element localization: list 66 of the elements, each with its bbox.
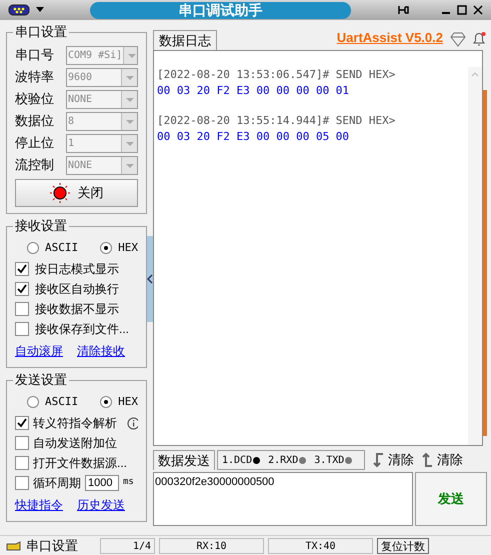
checkbox[interactable] (15, 322, 29, 336)
log-data: 00 03 20 F2 E3 00 00 00 00 01 (157, 83, 350, 99)
checkbox-label: 接收保存到文件... (35, 321, 130, 338)
reset-count-button[interactable]: 复位计数 (377, 538, 429, 554)
radio-button[interactable]: HEX (100, 240, 138, 256)
signal-indicator: 1.DCD (222, 452, 260, 468)
checkbox-label: 接收区自动换行 (35, 281, 119, 298)
up-arrow-icon (420, 452, 434, 468)
field-label: 串口号 (15, 46, 54, 64)
pin-icon[interactable] (397, 4, 409, 16)
down-arrow-icon (371, 452, 385, 468)
checkbox-label: 转义符指令解析 (33, 415, 117, 432)
checkbox[interactable] (15, 302, 29, 316)
signal-indicator: 2.RXD (268, 452, 306, 468)
checkbox-label: 自动发送附加位 (33, 435, 117, 452)
checkbox[interactable] (15, 416, 29, 430)
page-counter: 1/4 (100, 538, 155, 554)
checkbox[interactable] (15, 476, 29, 490)
status-label: 串口设置 (26, 536, 79, 555)
log-header: [2022-08-20 13:55:14.944]# SEND HEX> (157, 113, 396, 129)
group-title: 接收设置 (13, 218, 69, 234)
tab[interactable]: 数据发送 (153, 450, 215, 470)
dropdown-icon[interactable] (36, 7, 44, 13)
checkbox[interactable] (15, 436, 29, 450)
close-icon[interactable] (473, 5, 483, 15)
window-title: 串口调试助手 (178, 0, 262, 20)
close-port-button[interactable]: 关闭 (15, 179, 138, 207)
link[interactable]: 清除接收 (77, 342, 125, 360)
maximize-icon[interactable] (457, 5, 467, 15)
group-title: 发送设置 (13, 372, 69, 388)
radio-button[interactable]: ASCII (27, 394, 78, 410)
checkbox-label: 循环周期 (33, 475, 81, 492)
field-label: 流控制 (15, 156, 54, 174)
checkbox-label: 打开文件数据源... (33, 455, 128, 472)
rx-counter: RX:10 (159, 538, 264, 554)
link[interactable]: 自动滚屏 (15, 342, 63, 360)
link[interactable]: 快捷指令 (15, 496, 63, 514)
send-button[interactable]: 发送 (415, 472, 487, 526)
field-label: 数据位 (15, 112, 54, 130)
checkbox[interactable] (15, 282, 29, 296)
tx-counter: TX:40 (268, 538, 373, 554)
bell-icon[interactable] (471, 31, 487, 47)
send-input[interactable]: 000320f2e30000000500 (153, 472, 413, 526)
info-icon[interactable] (127, 416, 138, 430)
radio-button[interactable]: HEX (100, 394, 138, 410)
tab[interactable]: 数据日志 (153, 30, 217, 50)
checkbox[interactable] (15, 456, 29, 470)
serial-port-icon (8, 4, 30, 16)
group-title: 串口设置 (13, 24, 69, 40)
log-data: 00 03 20 F2 E3 00 00 00 05 00 (157, 129, 350, 145)
clear-button[interactable]: 清除 (371, 450, 414, 470)
collapse-handle[interactable] (147, 236, 153, 322)
clear-button[interactable]: 清除 (420, 450, 463, 470)
radio-button[interactable]: ASCII (27, 240, 78, 256)
link[interactable]: 历史发送 (77, 496, 125, 514)
period-field[interactable]: 1000 (85, 475, 119, 491)
signal-indicator: 3.TXD (314, 452, 352, 468)
field-label: 停止位 (15, 134, 54, 152)
unit-label: ms (123, 476, 134, 490)
log-header: [2022-08-20 13:53:06.547]# SEND HEX> (157, 67, 396, 83)
checkbox-label: 按日志模式显示 (35, 261, 119, 278)
field-label: 波特率 (15, 68, 54, 86)
diamond-icon[interactable] (449, 31, 467, 47)
checkbox[interactable] (15, 262, 29, 276)
checkbox-label: 接收数据不显示 (35, 301, 119, 318)
field-label: 校验位 (15, 90, 54, 108)
